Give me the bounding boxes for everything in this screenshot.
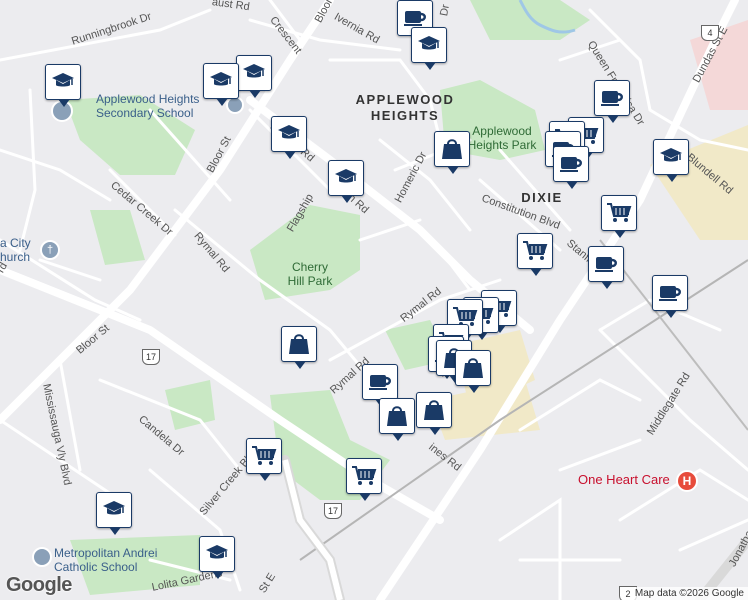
route-shield: 17 bbox=[142, 349, 160, 365]
shopping-marker-icon[interactable] bbox=[281, 326, 317, 369]
poi-line-2: Catholic School bbox=[54, 560, 138, 574]
poi-line-1: Applewood Heights bbox=[96, 92, 200, 106]
cafe-marker-icon[interactable] bbox=[594, 80, 630, 123]
school-marker-icon[interactable] bbox=[203, 63, 239, 106]
grocery-marker-icon[interactable] bbox=[346, 458, 382, 501]
school-marker-icon[interactable] bbox=[236, 55, 272, 98]
park-line-2: Hill Park bbox=[287, 274, 333, 288]
neighborhood-line-1: APPLEWOOD bbox=[355, 92, 455, 107]
poi-label-applewood-heights-ss[interactable]: Applewood Heights Secondary School bbox=[96, 92, 199, 120]
church-cross-icon[interactable]: † bbox=[40, 240, 60, 260]
school-marker-icon[interactable] bbox=[411, 27, 447, 70]
route-shield: 17 bbox=[324, 503, 342, 519]
street-label: Dr bbox=[438, 3, 452, 18]
cafe-marker-icon[interactable] bbox=[588, 246, 624, 289]
park-label-applewood-heights-park[interactable]: Applewood Heights Park bbox=[462, 124, 542, 152]
neighborhood-label-dixie: DIXIE bbox=[517, 190, 567, 206]
cafe-marker-icon[interactable] bbox=[652, 275, 688, 318]
poi-line-1: Metropolitan Andrei bbox=[54, 546, 158, 560]
poi-line-2: Secondary School bbox=[96, 106, 194, 120]
neighborhood-line-2: HEIGHTS bbox=[370, 108, 440, 123]
poi-line-1: a City bbox=[0, 236, 31, 250]
school-marker-icon[interactable] bbox=[328, 160, 364, 203]
poi-line-2: hurch bbox=[0, 250, 31, 264]
shopping-marker-icon[interactable] bbox=[416, 392, 452, 435]
school-poi-icon[interactable] bbox=[32, 547, 52, 567]
map-canvas[interactable]: APPLEWOOD HEIGHTS DIXIE Applewood Height… bbox=[0, 0, 748, 600]
hospital-icon[interactable]: H bbox=[676, 470, 698, 492]
park-line-1: Cherry bbox=[291, 260, 328, 274]
shopping-marker-icon[interactable] bbox=[379, 398, 415, 441]
school-marker-icon[interactable] bbox=[653, 139, 689, 182]
grocery-marker-icon[interactable] bbox=[517, 233, 553, 276]
park-line-2: Heights Park bbox=[467, 138, 537, 152]
poi-name: One Heart Care bbox=[578, 472, 670, 487]
park-line-1: Applewood bbox=[472, 124, 532, 138]
shopping-marker-icon[interactable] bbox=[455, 350, 491, 393]
poi-label-one-heart-care[interactable]: One Heart Care bbox=[578, 472, 670, 487]
poi-label-city-church[interactable]: a City hurch bbox=[0, 236, 31, 264]
school-marker-icon[interactable] bbox=[96, 492, 132, 535]
school-marker-icon[interactable] bbox=[271, 116, 307, 159]
route-shield: 4 bbox=[701, 25, 719, 41]
school-marker-icon[interactable] bbox=[199, 536, 235, 579]
map-attribution[interactable]: Map data ©2026 Google bbox=[630, 587, 748, 600]
poi-label-metropolitan-andrei[interactable]: Metropolitan Andrei Catholic School bbox=[54, 546, 157, 574]
park-label-cherry-hill-park[interactable]: Cherry Hill Park bbox=[280, 260, 340, 288]
shopping-marker-icon[interactable] bbox=[434, 131, 470, 174]
cafe-marker-icon[interactable] bbox=[362, 364, 398, 407]
cafe-marker-icon[interactable] bbox=[553, 146, 589, 189]
google-logo: Google bbox=[6, 574, 72, 596]
school-marker-icon[interactable] bbox=[45, 64, 81, 107]
grocery-marker-icon[interactable] bbox=[246, 438, 282, 481]
grocery-marker-icon[interactable] bbox=[601, 195, 637, 238]
neighborhood-label-applewood-heights: APPLEWOOD HEIGHTS bbox=[350, 92, 460, 124]
neighborhood-line-1: DIXIE bbox=[521, 190, 563, 205]
